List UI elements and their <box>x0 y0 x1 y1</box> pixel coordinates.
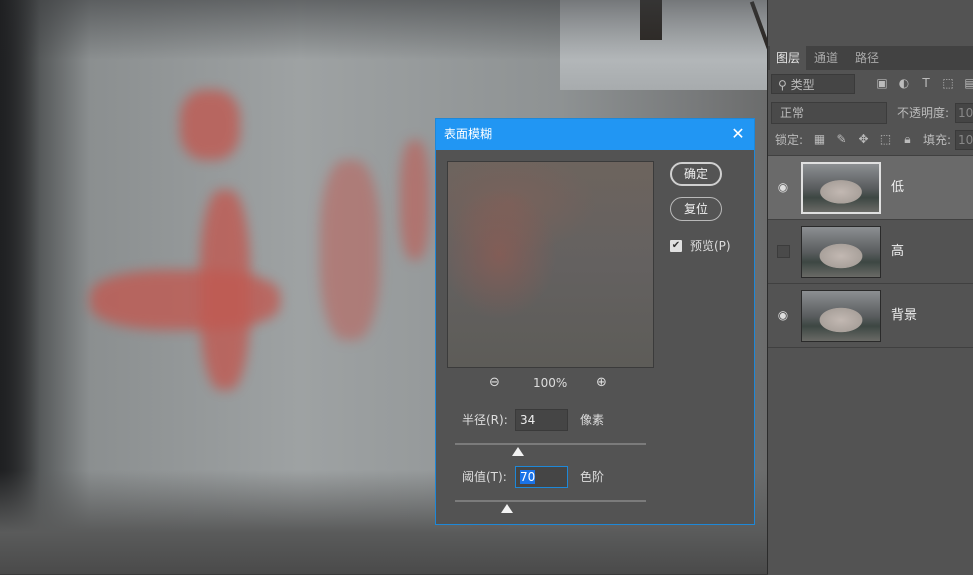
lock-position-icon[interactable]: ✥ <box>857 133 870 146</box>
layer-row[interactable]: ◉ 背景 <box>768 283 973 347</box>
threshold-unit: 色阶 <box>580 470 605 484</box>
reset-button[interactable]: 复位 <box>670 197 722 221</box>
lock-transparent-icon[interactable]: ▦ <box>813 133 826 146</box>
lock-all-icon[interactable]: 🔒︎ <box>901 133 914 146</box>
radius-field[interactable]: 34 <box>515 409 568 431</box>
radius-unit: 像素 <box>580 413 605 427</box>
blend-mode-select[interactable]: 正常 <box>771 102 887 124</box>
layers-empty-area <box>768 347 973 575</box>
red-inscription <box>320 160 380 340</box>
layer-thumbnail <box>801 162 881 214</box>
ok-button[interactable]: 确定 <box>670 162 722 186</box>
layer-row[interactable]: 高 <box>768 219 973 283</box>
radius-label: 半径(R): <box>462 413 508 427</box>
fill-label: 填充: <box>923 133 952 147</box>
dialog-title: 表面模糊 <box>444 127 493 141</box>
tab-paths[interactable]: 路径 <box>849 46 885 70</box>
threshold-slider-track[interactable] <box>455 500 646 502</box>
fill-field[interactable]: 10 <box>955 130 973 150</box>
layer-name: 低 <box>891 180 905 195</box>
tab-channels[interactable]: 通道 <box>808 46 844 70</box>
preview-checkbox[interactable]: ✔ <box>670 240 682 252</box>
eye-icon[interactable]: ◉ <box>776 308 790 322</box>
red-inscription <box>200 190 250 390</box>
threshold-field[interactable]: 70 <box>515 466 568 488</box>
lock-row: 锁定: ▦ ✎ ✥ ⬚ 🔒︎ 填充: 10 <box>771 130 973 150</box>
radius-slider-thumb[interactable] <box>512 447 525 456</box>
layer-row[interactable]: ◉ 低 <box>768 155 973 219</box>
lock-artboard-icon[interactable]: ⬚ <box>879 133 892 146</box>
type-filter-icon[interactable]: T <box>919 76 933 90</box>
layer-name: 高 <box>891 244 905 259</box>
visibility-toggle-empty[interactable] <box>777 245 790 258</box>
kind-filter-value: 类型 <box>790 78 815 92</box>
zoom-out-icon[interactable]: ⊖ <box>489 375 500 391</box>
adjustment-filter-icon[interactable]: ◐ <box>897 76 911 90</box>
tab-layers[interactable]: 图层 <box>770 46 807 70</box>
panel-tabs: 图层 通道 路径 <box>768 46 973 70</box>
filter-preview[interactable] <box>447 161 654 368</box>
radius-slider-track[interactable] <box>455 443 646 445</box>
search-icon: ⚲ <box>778 78 791 92</box>
layer-thumbnail <box>801 226 881 278</box>
surface-blur-dialog: 表面模糊 ✕ ⊖ 100% ⊕ 确定 复位 ✔ 预览(P) 半径(R): 34 … <box>435 118 755 525</box>
blend-row: 正常 不透明度: 10 <box>771 102 973 124</box>
zoom-percent: 100% <box>533 376 568 390</box>
threshold-slider-thumb[interactable] <box>500 504 513 513</box>
rock-edge <box>0 0 767 60</box>
close-icon[interactable]: ✕ <box>730 126 746 142</box>
lock-image-icon[interactable]: ✎ <box>835 133 848 146</box>
layer-name: 背景 <box>891 308 918 323</box>
red-inscription <box>400 140 430 260</box>
red-inscription <box>90 270 280 330</box>
smartobject-filter-icon[interactable]: ▤ <box>963 76 973 90</box>
image-filter-icon[interactable]: ▣ <box>875 76 889 90</box>
dialog-titlebar[interactable]: 表面模糊 ✕ <box>436 119 754 150</box>
opacity-field[interactable]: 10 <box>955 103 973 123</box>
zoom-in-icon[interactable]: ⊕ <box>596 375 607 391</box>
threshold-value: 70 <box>520 470 536 484</box>
kind-filter-select[interactable]: ⚲ 类型 <box>771 74 855 94</box>
preview-checkbox-label: 预览(P) <box>690 239 731 253</box>
shape-filter-icon[interactable]: ⬚ <box>941 76 955 90</box>
lock-label: 锁定: <box>775 133 804 147</box>
layer-thumbnail <box>801 290 881 342</box>
layers-panel: 图层 通道 路径 ⚲ 类型 ▣ ◐ T ⬚ ▤ 正常 不透明度: 10 锁定: … <box>767 0 973 575</box>
eye-icon[interactable]: ◉ <box>776 180 790 194</box>
threshold-label: 阈值(T): <box>462 470 507 484</box>
opacity-label: 不透明度: <box>897 106 950 120</box>
red-inscription <box>180 90 240 160</box>
